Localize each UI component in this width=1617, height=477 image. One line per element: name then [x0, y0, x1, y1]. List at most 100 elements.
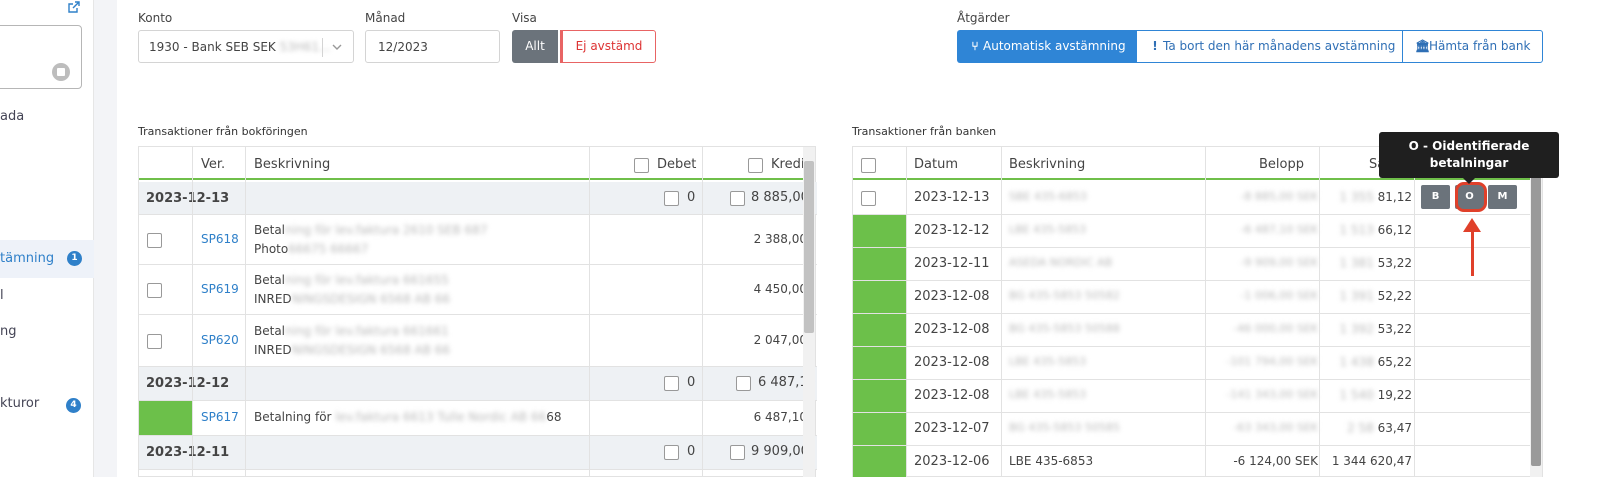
sidebar-item-1[interactable]: ada: [0, 109, 24, 124]
row-desc: BG 435-5853 50582: [1009, 289, 1120, 302]
row-saldo: 1 355 81,12: [1339, 190, 1412, 204]
group-kredit-value: 8 885,00: [751, 190, 809, 205]
col-divider: [589, 147, 590, 477]
matched-indicator: [853, 281, 906, 313]
external-link-icon[interactable]: [67, 0, 81, 14]
date-group-row: 2023-12-13 0 8 885,00: [139, 182, 817, 215]
ver-link[interactable]: SP619: [201, 282, 239, 296]
sidebar: ada tämning 1 l ng kturor 4: [0, 0, 94, 477]
group-kredit-checkbox[interactable]: [730, 191, 745, 206]
row-desc-line1: Betalning för lev.faktura 6613 Tulle Nor…: [254, 410, 562, 424]
matched-indicator: [853, 347, 906, 379]
row-datum: 2023-12-08: [914, 388, 990, 403]
konto-select[interactable]: 1930 - Bank SEB SEK 53H61...: [138, 30, 354, 63]
group-kredit-checkbox[interactable]: [736, 376, 751, 391]
bank-row[interactable]: 2023-12-07 BG 435-5853 50585 -63 343,00 SE…: [853, 413, 1530, 446]
auto-reconcile-button[interactable]: ⑂ Automatisk avstämning: [957, 30, 1136, 63]
company-card[interactable]: [0, 25, 82, 89]
bank-row[interactable]: 2023-12-11 ASEDA NORDIC AB -9 909,00 SEK 1 …: [853, 248, 1530, 281]
sidebar-item-4[interactable]: ng: [0, 324, 17, 339]
row-desc: SBE 435-6853: [1009, 190, 1087, 203]
row-desc-line2: INREDNINGSDESIGN 6568 AB 66: [254, 343, 451, 357]
group-debet-checkbox[interactable]: [664, 445, 679, 460]
matched-indicator: [853, 380, 906, 412]
bank-row[interactable]: 2023-12-08 BG 435-5853 50588 -46 000,00 SE…: [853, 314, 1530, 347]
group-debet-checkbox[interactable]: [664, 376, 679, 391]
row-belopp: -9 909,00 SEK: [1240, 256, 1318, 269]
scrollbar-thumb[interactable]: [804, 161, 814, 333]
fetch-from-bank-button[interactable]: 🏛Hämta från bank: [1402, 30, 1543, 63]
sidebar-item-label: kturor: [0, 396, 40, 411]
count-badge: 4: [66, 398, 81, 413]
table-row[interactable]: SP618 Betalning för lev.faktura 2610 SEB…: [139, 215, 817, 265]
bank-row[interactable]: 2023-12-06 LBE 435-6853 -6 124,00 SEK 1 344…: [853, 446, 1530, 477]
stop-icon[interactable]: [52, 63, 70, 81]
ver-link[interactable]: SP618: [201, 232, 239, 246]
group-debet-checkbox[interactable]: [664, 191, 679, 206]
remove-reconciliation-button[interactable]: ! Ta bort den här månadens avstämning: [1136, 30, 1403, 63]
matched-indicator: [139, 401, 192, 435]
bank-header-checkbox[interactable]: [861, 158, 876, 173]
row-belopp: -6 487,10 SEK: [1240, 223, 1318, 236]
bank-row[interactable]: 2023-12-08 BG 435-5853 50582 -1 006,00 SEK…: [853, 281, 1530, 314]
col-divider: [702, 147, 703, 477]
row-kredit: 2 047,00: [753, 333, 807, 347]
kredit-header-checkbox[interactable]: [748, 158, 763, 173]
row-desc-line2: INREDNINGSDESIGN 6568 AB 66: [254, 292, 451, 306]
manad-label: Månad: [365, 11, 406, 25]
auto-reconcile-label: Automatisk avstämning: [983, 39, 1126, 53]
col-divider: [1414, 147, 1415, 477]
row-datum: 2023-12-08: [914, 322, 990, 337]
row-desc: LBE 435-5853: [1009, 223, 1087, 236]
row-checkbox[interactable]: [147, 334, 162, 349]
sidebar-item-fakturor[interactable]: kturor: [0, 396, 39, 411]
bank-row[interactable]: 2023-12-08 LBE 435-5853 -141 343,00 SEK 1 5…: [853, 380, 1530, 413]
row-datum: 2023-12-11: [914, 256, 990, 271]
sidebar-item-label: tämning: [0, 251, 55, 266]
row-saldo: 1 392 53,22: [1339, 322, 1412, 336]
atgarder-label: Åtgärder: [957, 11, 1010, 25]
row-datum: 2023-12-07: [914, 421, 990, 436]
group-debet-value: 0: [687, 375, 696, 390]
manad-input[interactable]: [365, 30, 500, 63]
row-desc-line2: Photo66675 66667: [254, 242, 369, 256]
matched-indicator: [853, 215, 906, 247]
chevron-down-icon[interactable]: [331, 41, 343, 53]
book-button[interactable]: B: [1421, 185, 1450, 209]
ver-link[interactable]: SP617: [201, 410, 239, 424]
matched-indicator: [853, 446, 906, 477]
row-belopp: -101 794,00 SEK: [1226, 355, 1318, 368]
row-saldo: 1 391 52,22: [1339, 289, 1412, 303]
sidebar-item-avstamning[interactable]: tämning 1: [0, 240, 94, 278]
col-divider: [1001, 147, 1002, 477]
ledger-scrollbar[interactable]: [803, 147, 815, 477]
row-datum: 2023-12-08: [914, 289, 990, 304]
match-button[interactable]: M: [1488, 185, 1517, 209]
debet-header-checkbox[interactable]: [634, 158, 649, 173]
sidebar-item-3[interactable]: l: [0, 288, 4, 303]
bank-scrollbar[interactable]: [1530, 147, 1542, 477]
group-date: 2023-12-13: [146, 191, 230, 206]
table-row[interactable]: SP617 Betalning för lev.faktura 6613 Tul…: [139, 401, 817, 436]
table-row[interactable]: SP620 Betalning för lev.faktura 661661 I…: [139, 315, 817, 367]
group-debet-value: 0: [687, 444, 696, 459]
row-checkbox[interactable]: [861, 191, 876, 206]
highlight-circle: [1455, 182, 1487, 212]
scrollbar-thumb[interactable]: [1531, 151, 1541, 466]
row-saldo: 1 438 65,22: [1339, 355, 1412, 369]
row-checkbox[interactable]: [147, 233, 162, 248]
row-saldo: 1 381 53,22: [1339, 256, 1412, 270]
bank-row[interactable]: 2023-12-08 LBE 435-5853 -101 794,00 SEK 1 4…: [853, 347, 1530, 380]
col-beskrivning: Beskrivning: [254, 157, 331, 172]
row-belopp: -1 006,00 SEK: [1240, 289, 1318, 302]
row-checkbox[interactable]: [147, 283, 162, 298]
row-datum: 2023-12-12: [914, 223, 990, 238]
select-separator: [322, 38, 323, 57]
bank-row[interactable]: 2023-12-12 LBE 435-5853 -6 487,10 SEK 1 513…: [853, 215, 1530, 248]
visa-ej-avstamd-button[interactable]: Ej avstämd: [560, 30, 656, 63]
group-kredit-checkbox[interactable]: [730, 445, 745, 460]
table-row[interactable]: SP619 Betalning för lev.faktura 661655 I…: [139, 265, 817, 315]
col-divider: [1319, 147, 1320, 477]
visa-allt-button[interactable]: Allt: [512, 30, 558, 63]
ver-link[interactable]: SP620: [201, 333, 239, 347]
